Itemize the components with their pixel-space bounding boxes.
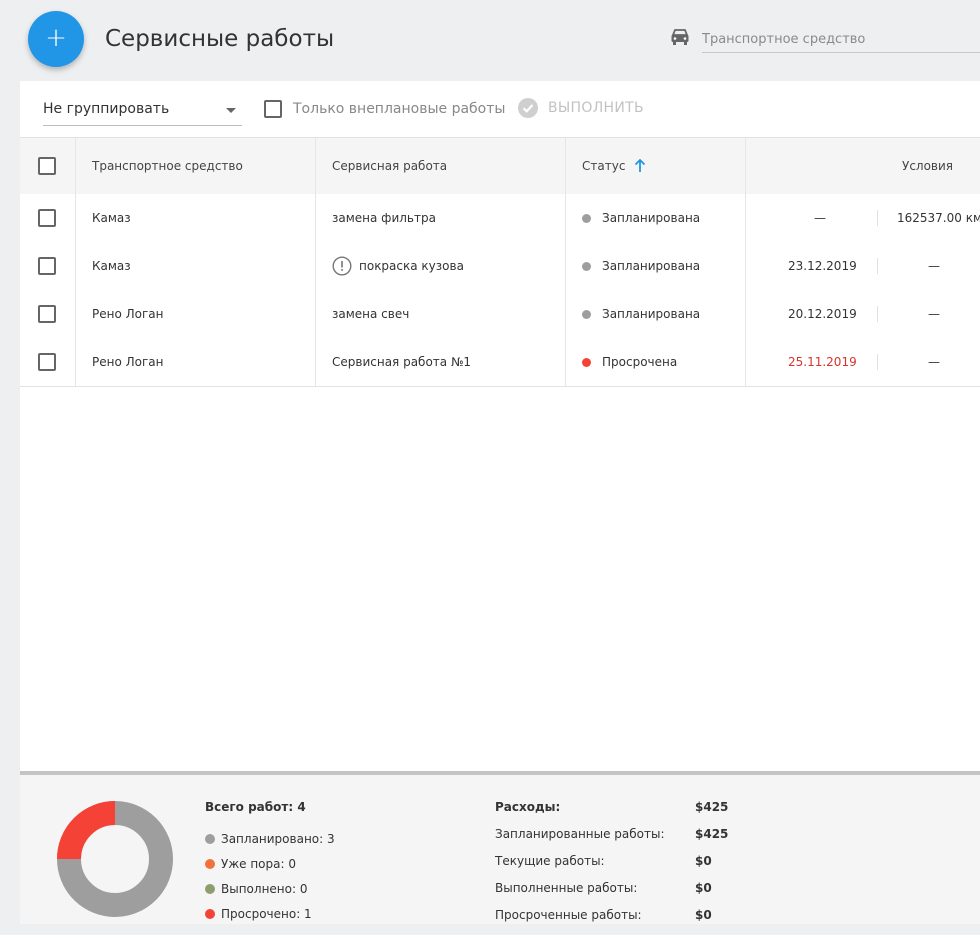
row-vehicle: Камаз [92,211,131,225]
row-mileage: — [928,259,940,273]
row-mileage: 162537.00 км [897,211,980,225]
table-header: Транспортное средство Сервисная работа С… [20,138,980,194]
select-all-checkbox[interactable] [38,157,56,175]
row-checkbox[interactable] [38,353,56,371]
legend-item-planned: Запланировано: 3 [205,826,335,851]
cost-label: Запланированные работы: [495,827,665,841]
cost-value: $0 [695,881,712,895]
legend-item-overdue: Просрочено: 1 [205,901,335,926]
cost-row: Запланированные работы: $425 [495,827,755,854]
unplanned-warning-icon [332,256,352,276]
row-status: Запланирована [582,242,700,290]
cost-row: Просроченные работы: $0 [495,908,755,935]
row-checkbox[interactable] [38,209,56,227]
row-work-label: покраска кузова [359,259,464,273]
row-work: покраска кузова [332,242,464,290]
cost-row: Расходы: $425 [495,800,755,827]
execute-label: ВЫПОЛНИТЬ [548,100,644,116]
status-label: Запланирована [602,307,701,321]
car-icon [671,29,689,45]
vehicle-filter-input[interactable] [702,26,980,53]
cost-value: $425 [695,827,729,841]
header-status-label: Статус [582,159,626,173]
row-work: замена свеч [332,307,410,321]
group-by-value: Не группировать [43,101,170,117]
unplanned-only-checkbox[interactable] [264,100,282,118]
table-row[interactable]: Камаз замена фильтра Запланирована — 162… [20,194,980,242]
status-label: Просрочена [602,355,678,369]
table-row[interactable]: Рено Логан замена свеч Запланирована 20.… [20,290,980,338]
toolbar: Не группировать Только внеплановые работ… [20,81,980,138]
row-mileage: — [928,307,940,321]
legend-label: Выполнено: 0 [221,881,308,896]
cost-value: $425 [695,800,729,814]
legend-dot [205,858,215,869]
row-date: 23.12.2019 [788,259,857,273]
legend-dot [205,833,215,844]
row-date: 25.11.2019 [788,355,857,369]
vehicle-filter[interactable] [670,26,980,54]
status-dot [582,261,591,271]
cost-label: Расходы: [495,800,561,814]
add-button[interactable]: + [28,11,84,67]
row-checkbox[interactable] [38,257,56,275]
row-status: Запланирована [582,194,700,242]
status-label: Запланирована [602,211,701,225]
cost-value: $0 [695,854,712,868]
status-donut-chart [57,801,173,917]
cost-value: $0 [695,908,712,922]
header-conditions[interactable]: Условия [902,138,953,194]
cost-label: Просроченные работы: [495,908,642,922]
dropdown-caret-icon [226,108,236,113]
table-row[interactable]: Рено Логан Сервисная работа №1 Просрочен… [20,338,980,387]
row-work: Сервисная работа №1 [332,355,472,369]
select-all-cell [38,138,56,194]
row-checkbox[interactable] [38,305,56,323]
row-work: замена фильтра [332,211,436,225]
check-circle-icon [518,98,538,118]
unplanned-only-label: Только внеплановые работы [293,101,506,117]
legend-label: Запланировано: 3 [221,831,335,846]
main-panel: Не группировать Только внеплановые работ… [20,81,980,771]
status-dot [582,309,591,319]
legend-label: Уже пора: 0 [221,856,296,871]
total-works: Всего работ: 4 [205,800,306,814]
row-status: Просрочена [582,338,677,386]
legend-dot [205,883,215,894]
header-vehicle[interactable]: Транспортное средство [92,138,243,194]
row-vehicle: Рено Логан [92,307,164,321]
row-date: — [814,211,826,225]
header-status[interactable]: Статус [582,138,646,194]
cost-row: Текущие работы: $0 [495,854,755,881]
legend-label: Просрочено: 1 [221,906,312,921]
legend-item-due: Уже пора: 0 [205,851,335,876]
donut-overdue-segment [57,801,116,860]
header-work[interactable]: Сервисная работа [332,138,447,194]
sort-ascending-icon[interactable] [634,159,646,173]
row-vehicle: Рено Логан [92,355,164,369]
status-dot [582,213,591,223]
cost-label: Текущие работы: [495,854,605,868]
legend-dot [205,908,215,919]
row-mileage: — [928,355,940,369]
table-row[interactable]: Камаз покраска кузова Запланирована 23.1… [20,242,980,290]
status-label: Запланирована [602,259,701,273]
group-by-select[interactable]: Не группировать [43,99,242,126]
summary-panel: Всего работ: 4 Запланировано: 3 Уже пора… [20,771,980,924]
row-vehicle: Камаз [92,259,131,273]
summary-legend: Всего работ: 4 Запланировано: 3 Уже пора… [205,800,335,926]
page-title: Сервисные работы [105,26,335,52]
row-date: 20.12.2019 [788,307,857,321]
status-dot [582,357,591,367]
legend-item-done: Выполнено: 0 [205,876,335,901]
row-status: Запланирована [582,290,700,338]
cost-row: Выполненные работы: $0 [495,881,755,908]
cost-summary: Расходы: $425 Запланированные работы: $425… [495,800,755,935]
cost-label: Выполненные работы: [495,881,638,895]
